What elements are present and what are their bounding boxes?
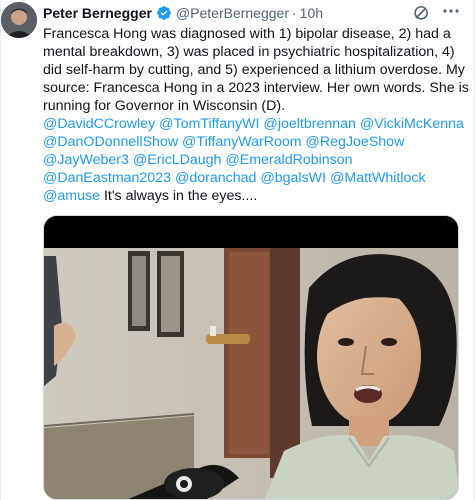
mention-link[interactable]: @RegJoeShow [306, 134, 405, 150]
tweet-closing-text: It's always in the eyes.... [100, 188, 258, 204]
tweet-video[interactable] [43, 215, 459, 500]
tweet-text: Francesca Hong was diagnosed with 1) bip… [43, 25, 471, 205]
tweet-card[interactable]: Peter Bernegger @PeterBernegger · 10h Fr… [0, 0, 475, 500]
author-name[interactable]: Peter Bernegger [43, 5, 152, 21]
mention-link[interactable]: @TomTiffanyWI [159, 116, 259, 132]
mention-link[interactable]: @DanODonnellShow [43, 134, 178, 150]
mention-link[interactable]: @amuse [43, 188, 100, 204]
mention-link[interactable]: @doranchad [175, 170, 256, 186]
mention-link[interactable]: @DavidCCrowley [43, 116, 155, 132]
mention-link[interactable]: @TiffanyWarRoom [182, 134, 302, 150]
tweet-text-main: Francesca Hong was diagnosed with 1) bip… [43, 26, 469, 114]
verified-badge-icon [156, 5, 172, 21]
mention-link[interactable]: @EricLDaugh [133, 152, 222, 168]
more-options-icon[interactable] [442, 2, 460, 20]
header-separator: · [292, 5, 297, 21]
mention-link[interactable]: @DanEastman2023 [43, 170, 171, 186]
video-frame [44, 216, 458, 499]
author-avatar[interactable] [1, 2, 37, 38]
mention-link[interactable]: @bgalsWI [260, 170, 326, 186]
mention-link[interactable]: @joeltbrennan [263, 116, 356, 132]
grok-icon[interactable] [413, 5, 429, 21]
tweet-timestamp[interactable]: 10h [300, 5, 323, 21]
mention-link[interactable]: @EmeraldRobinson [225, 152, 352, 168]
mention-link[interactable]: @VickiMcKenna [360, 116, 464, 132]
author-handle[interactable]: @PeterBernegger [176, 5, 289, 21]
tweet-header: Peter Bernegger @PeterBernegger · 10h [43, 4, 323, 22]
mention-link[interactable]: @MattWhitlock [330, 170, 426, 186]
mention-link[interactable]: @JayWeber3 [43, 152, 129, 168]
